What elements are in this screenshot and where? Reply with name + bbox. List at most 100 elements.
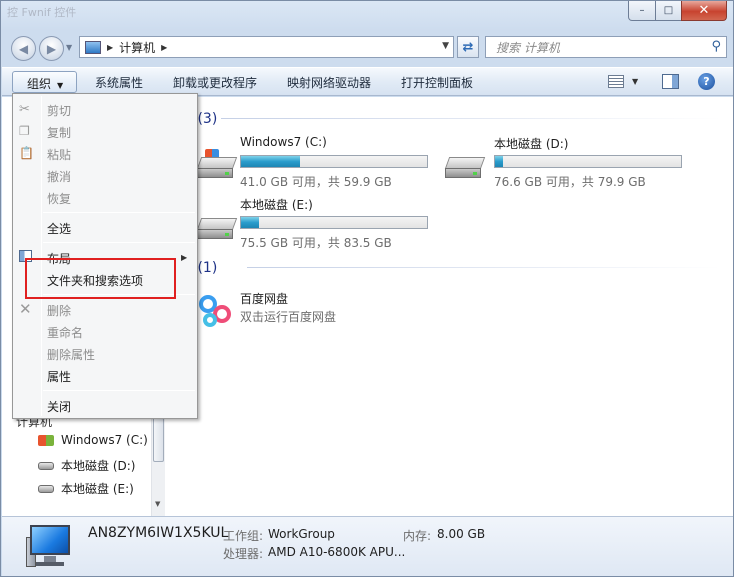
disk-icon bbox=[38, 484, 54, 493]
menu-item-cut[interactable]: 剪切 bbox=[47, 102, 71, 119]
windows-drive-icon bbox=[38, 434, 54, 446]
search-placeholder: 搜索 计算机 bbox=[496, 40, 560, 55]
drive-usage-bar bbox=[240, 155, 428, 168]
computer-icon bbox=[26, 525, 72, 569]
annotation-highlight-box bbox=[25, 258, 176, 299]
chevron-down-icon: ▼ bbox=[57, 81, 64, 90]
baidu-netdisk-desc: 双击运行百度网盘 bbox=[240, 310, 337, 324]
menu-item-rename[interactable]: 重命名 bbox=[47, 324, 83, 341]
cpu-label: 处理器: bbox=[223, 547, 264, 561]
scroll-down-icon[interactable]: ▼ bbox=[155, 500, 160, 508]
baidu-netdisk-name: 百度网盘 bbox=[240, 292, 289, 306]
address-bar[interactable]: ▶ 计算机 ▶ ▼ bbox=[79, 36, 454, 58]
drive-e[interactable]: 本地磁盘 (E:) 75.5 GB 可用，共 83.5 GB bbox=[191, 196, 461, 251]
drive-name: Windows7 (C:) bbox=[240, 135, 327, 149]
nav-item-label: 本地磁盘 (D:) bbox=[61, 459, 136, 473]
menu-separator bbox=[43, 242, 195, 243]
menu-separator bbox=[43, 212, 195, 213]
paste-icon: 📋 bbox=[19, 146, 34, 160]
address-dropdown-icon[interactable]: ▼ bbox=[442, 41, 449, 51]
view-dropdown-icon[interactable]: ▼ bbox=[632, 77, 638, 86]
organize-menu: ✂ 剪切 ❐ 复制 📋 粘贴 撤消 恢复 全选 布局 ▶ 文件夹和搜索选项 ✕ … bbox=[12, 93, 198, 419]
computer-icon bbox=[85, 40, 101, 54]
breadcrumb-computer[interactable]: 计算机 bbox=[119, 39, 155, 56]
minimize-button[interactable]: – bbox=[628, 1, 656, 21]
scissors-icon: ✂ bbox=[19, 102, 30, 117]
scrollbar-thumb[interactable] bbox=[153, 417, 164, 462]
items-view: 硬盘 (3) Windows7 (C:) 41.0 GB 可用，共 59.9 G… bbox=[165, 97, 733, 516]
menu-item-copy[interactable]: 复制 bbox=[47, 124, 71, 141]
close-button[interactable]: ✕ bbox=[681, 1, 727, 21]
computer-name: AN8ZYM6IW1X5KUL bbox=[88, 525, 229, 541]
breadcrumb-separator-icon[interactable]: ▶ bbox=[161, 43, 167, 52]
hard-drive-icon bbox=[196, 218, 238, 240]
help-icon[interactable]: ? bbox=[698, 73, 715, 90]
menu-separator bbox=[43, 390, 195, 391]
drive-usage-fill bbox=[241, 156, 300, 167]
preview-pane-icon[interactable] bbox=[662, 74, 679, 89]
delete-icon: ✕ bbox=[19, 300, 32, 318]
group-divider bbox=[221, 118, 721, 119]
drive-d[interactable]: 本地磁盘 (D:) 76.6 GB 可用，共 79.9 GB bbox=[441, 135, 711, 190]
menu-item-delete[interactable]: 删除 bbox=[47, 302, 71, 319]
drive-usage-fill bbox=[241, 217, 259, 228]
hard-drive-icon bbox=[444, 157, 486, 179]
maximize-button[interactable]: □ bbox=[655, 1, 682, 21]
disk-icon bbox=[38, 461, 54, 470]
menu-item-undo[interactable]: 撤消 bbox=[47, 168, 71, 185]
menu-item-close[interactable]: 关闭 bbox=[47, 398, 71, 415]
menu-item-redo[interactable]: 恢复 bbox=[47, 190, 71, 207]
explorer-window: 控 Fwnif 控件 – □ ✕ ◀ ▶ ▼ ▶ 计算机 ▶ ▼ ⇄ 搜索 计算… bbox=[0, 0, 734, 577]
group-divider bbox=[247, 267, 721, 268]
drive-name: 本地磁盘 (D:) bbox=[494, 137, 569, 151]
forward-button[interactable]: ▶ bbox=[39, 36, 64, 61]
breadcrumb-separator-icon[interactable]: ▶ bbox=[107, 43, 113, 52]
map-network-drive-button[interactable]: 映射网络驱动器 bbox=[287, 74, 371, 91]
back-button[interactable]: ◀ bbox=[11, 36, 36, 61]
drive-usage-bar bbox=[240, 216, 428, 229]
nav-item-e-drive[interactable]: 本地磁盘 (E:) bbox=[38, 480, 134, 497]
details-pane: AN8ZYM6IW1X5KUL 工作组: WorkGroup 内存: 8.00 … bbox=[2, 516, 733, 576]
view-options-icon[interactable] bbox=[608, 75, 624, 88]
nav-item-label: Windows7 (C:) bbox=[61, 433, 148, 447]
nav-item-d-drive[interactable]: 本地磁盘 (D:) bbox=[38, 457, 135, 474]
drive-usage-bar bbox=[494, 155, 682, 168]
nav-item-c-drive[interactable]: Windows7 (C:) bbox=[38, 433, 148, 447]
drive-name: 本地磁盘 (E:) bbox=[240, 198, 313, 212]
window-title: 控 Fwnif 控件 bbox=[7, 6, 77, 19]
search-icon[interactable]: ⚲ bbox=[711, 39, 721, 54]
menu-item-select-all[interactable]: 全选 bbox=[47, 220, 71, 237]
menu-item-properties[interactable]: 属性 bbox=[47, 368, 71, 385]
drive-space-info: 75.5 GB 可用，共 83.5 GB bbox=[240, 236, 392, 250]
recent-pages-dropdown[interactable]: ▼ bbox=[66, 43, 72, 52]
workgroup-value: WorkGroup bbox=[268, 527, 335, 541]
copy-icon: ❐ bbox=[19, 124, 30, 138]
system-properties-button[interactable]: 系统属性 bbox=[95, 74, 143, 91]
arrow-left-icon: ◀ bbox=[18, 41, 29, 56]
command-bar: 组织 ▼ 系统属性 卸载或更改程序 映射网络驱动器 打开控制面板 ▼ ? bbox=[2, 67, 733, 96]
menu-item-remove-properties[interactable]: 删除属性 bbox=[47, 346, 95, 363]
nav-item-label: 本地磁盘 (E:) bbox=[61, 482, 134, 496]
arrow-right-icon: ▶ bbox=[46, 41, 57, 56]
drive-space-info: 41.0 GB 可用，共 59.9 GB bbox=[240, 175, 392, 189]
drive-space-info: 76.6 GB 可用，共 79.9 GB bbox=[494, 175, 646, 189]
organize-button[interactable]: 组织 ▼ bbox=[12, 71, 77, 93]
refresh-icon: ⇄ bbox=[462, 39, 474, 55]
drive-c[interactable]: Windows7 (C:) 41.0 GB 可用，共 59.9 GB bbox=[191, 135, 461, 190]
organize-label: 组织 bbox=[27, 77, 52, 91]
open-control-panel-button[interactable]: 打开控制面板 bbox=[401, 74, 473, 91]
refresh-button[interactable]: ⇄ bbox=[457, 36, 479, 58]
memory-value: 8.00 GB bbox=[437, 527, 486, 541]
cpu-value: AMD A10-6800K APU... bbox=[268, 545, 406, 559]
menu-item-paste[interactable]: 粘贴 bbox=[47, 146, 71, 163]
baidu-netdisk-icon bbox=[197, 293, 235, 331]
submenu-arrow-icon: ▶ bbox=[181, 253, 188, 262]
drive-usage-fill bbox=[495, 156, 503, 167]
memory-label: 内存: bbox=[403, 529, 432, 543]
hard-drive-icon bbox=[196, 149, 238, 179]
workgroup-label: 工作组: bbox=[223, 529, 264, 543]
title-bar[interactable]: 控 Fwnif 控件 – □ ✕ bbox=[1, 1, 733, 29]
uninstall-program-button[interactable]: 卸载或更改程序 bbox=[173, 74, 257, 91]
menu-gutter bbox=[41, 96, 42, 416]
search-box[interactable]: 搜索 计算机 ⚲ bbox=[485, 36, 727, 58]
